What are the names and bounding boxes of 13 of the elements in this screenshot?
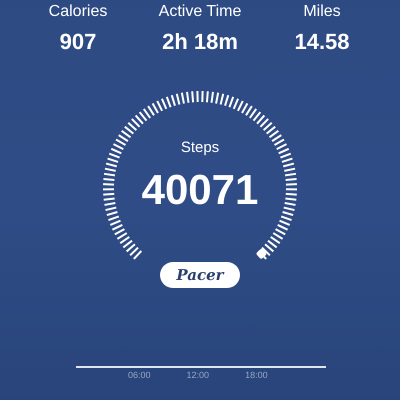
- steps-label: Steps: [180, 138, 220, 158]
- stat-label: Miles: [303, 2, 341, 22]
- stat-label: Active Time: [158, 2, 242, 22]
- steps-count: 40071: [142, 166, 258, 214]
- time-label: 18:00: [245, 369, 268, 382]
- stat-value: 14.58: [294, 28, 350, 56]
- gauge-knob: [256, 248, 268, 260]
- stat-value: 2h 18m: [162, 28, 238, 56]
- time-label: 06:00: [128, 369, 151, 382]
- brand-logo: Pacer: [160, 262, 240, 288]
- stat-value: 907: [60, 28, 96, 56]
- time-label: 12:00: [186, 369, 210, 382]
- stat-label: Calories: [48, 2, 108, 22]
